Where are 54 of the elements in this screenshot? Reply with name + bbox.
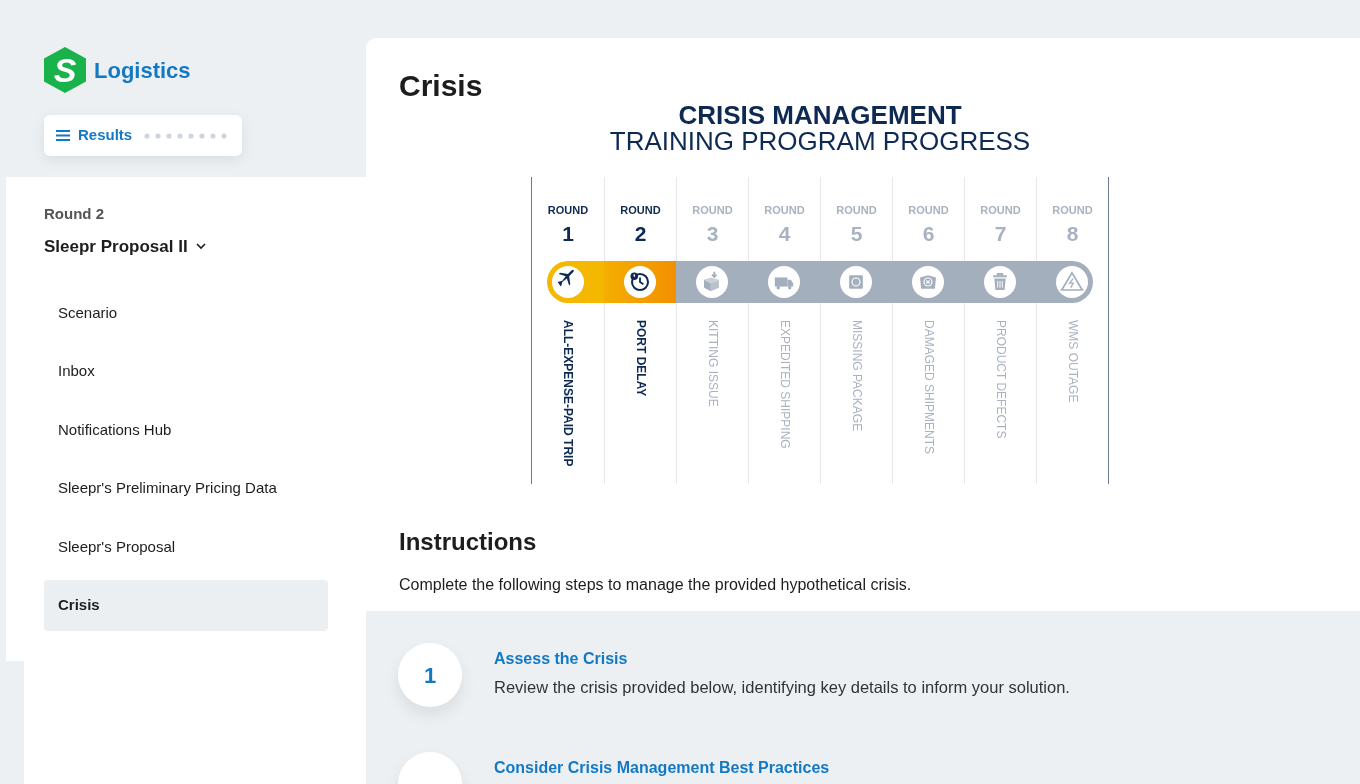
step-title: Consider Crisis Management Best Practices [494,758,830,779]
round-label: ROUND [547,203,589,219]
step-description: Review the crisis provided below, identifying key details to inform your solution. [494,677,1070,699]
airplane-icon [552,266,584,299]
round-label: ROUND [908,203,949,219]
nav-item[interactable]: Inbox [44,346,328,397]
clock-icon [624,266,656,299]
warning-icon [1056,266,1088,299]
round-label: ROUND [836,203,877,219]
crisis-label: ALL-EXPENSE-PAID TRIP [562,320,574,467]
section-heading: Instructions [399,528,538,558]
instructions-text: Complete the following steps to manage the provided hypothetical crisis. [399,575,913,596]
dots-icon [144,132,229,139]
brand-name: Logistics [94,56,191,85]
trash-icon [984,266,1016,299]
chevron-down-icon[interactable] [195,242,206,250]
round-number: 2 [634,221,647,247]
crisis-label: MISSING PACKAGE [850,320,863,432]
nav-item[interactable]: Sleepr's Preliminary Pricing Data [44,463,328,514]
round-label: ROUND [764,203,805,219]
logo-mark: S [44,47,86,93]
nav-item[interactable]: Crisis [44,580,328,631]
crisis-label: PRODUCT DEFECTS [994,320,1007,439]
package-icon [912,266,944,299]
nav-item[interactable]: Scenario [44,287,328,339]
round-number: 1 [562,221,574,247]
infographic-subtitle: TRAINING PROGRAM PROGRESS [609,128,1031,156]
round-number: 8 [1066,221,1079,247]
crisis-label: WMS OUTAGE [1066,320,1079,403]
round-number: 5 [850,221,863,247]
crisis-label: EXPEDITED SHIPPING [778,320,791,449]
round-label: ROUND [1052,203,1093,219]
round-number: 7 [994,221,1007,247]
crisis-label: KITTING ISSUE [706,320,719,407]
box-icon [696,266,728,299]
step-title: Assess the Crisis [494,649,629,670]
project-title: Sleepr Proposal II [44,235,188,258]
round-label: ROUND [692,203,733,219]
round-label: ROUND [980,203,1021,219]
nav-item[interactable]: Notifications Hub [44,404,328,456]
crisis-label: DAMAGED SHIPMENTS [922,320,935,455]
nav-item[interactable]: Sleepr's Proposal [44,521,328,573]
truck-icon [768,266,800,299]
round-number: 3 [706,221,719,247]
round-label: ROUND [620,203,661,219]
page-title: Crisis [399,68,484,104]
menu-icon [56,130,70,141]
crisis-label: PORT DELAY [634,320,647,397]
step-number: 1 [398,643,462,708]
results-button[interactable]: Results [44,115,242,156]
round-number: 4 [778,221,791,247]
round-label: Round 2 [44,204,105,224]
infographic-title: CRISIS MANAGEMENT [678,102,962,128]
round-number: 6 [922,221,935,247]
